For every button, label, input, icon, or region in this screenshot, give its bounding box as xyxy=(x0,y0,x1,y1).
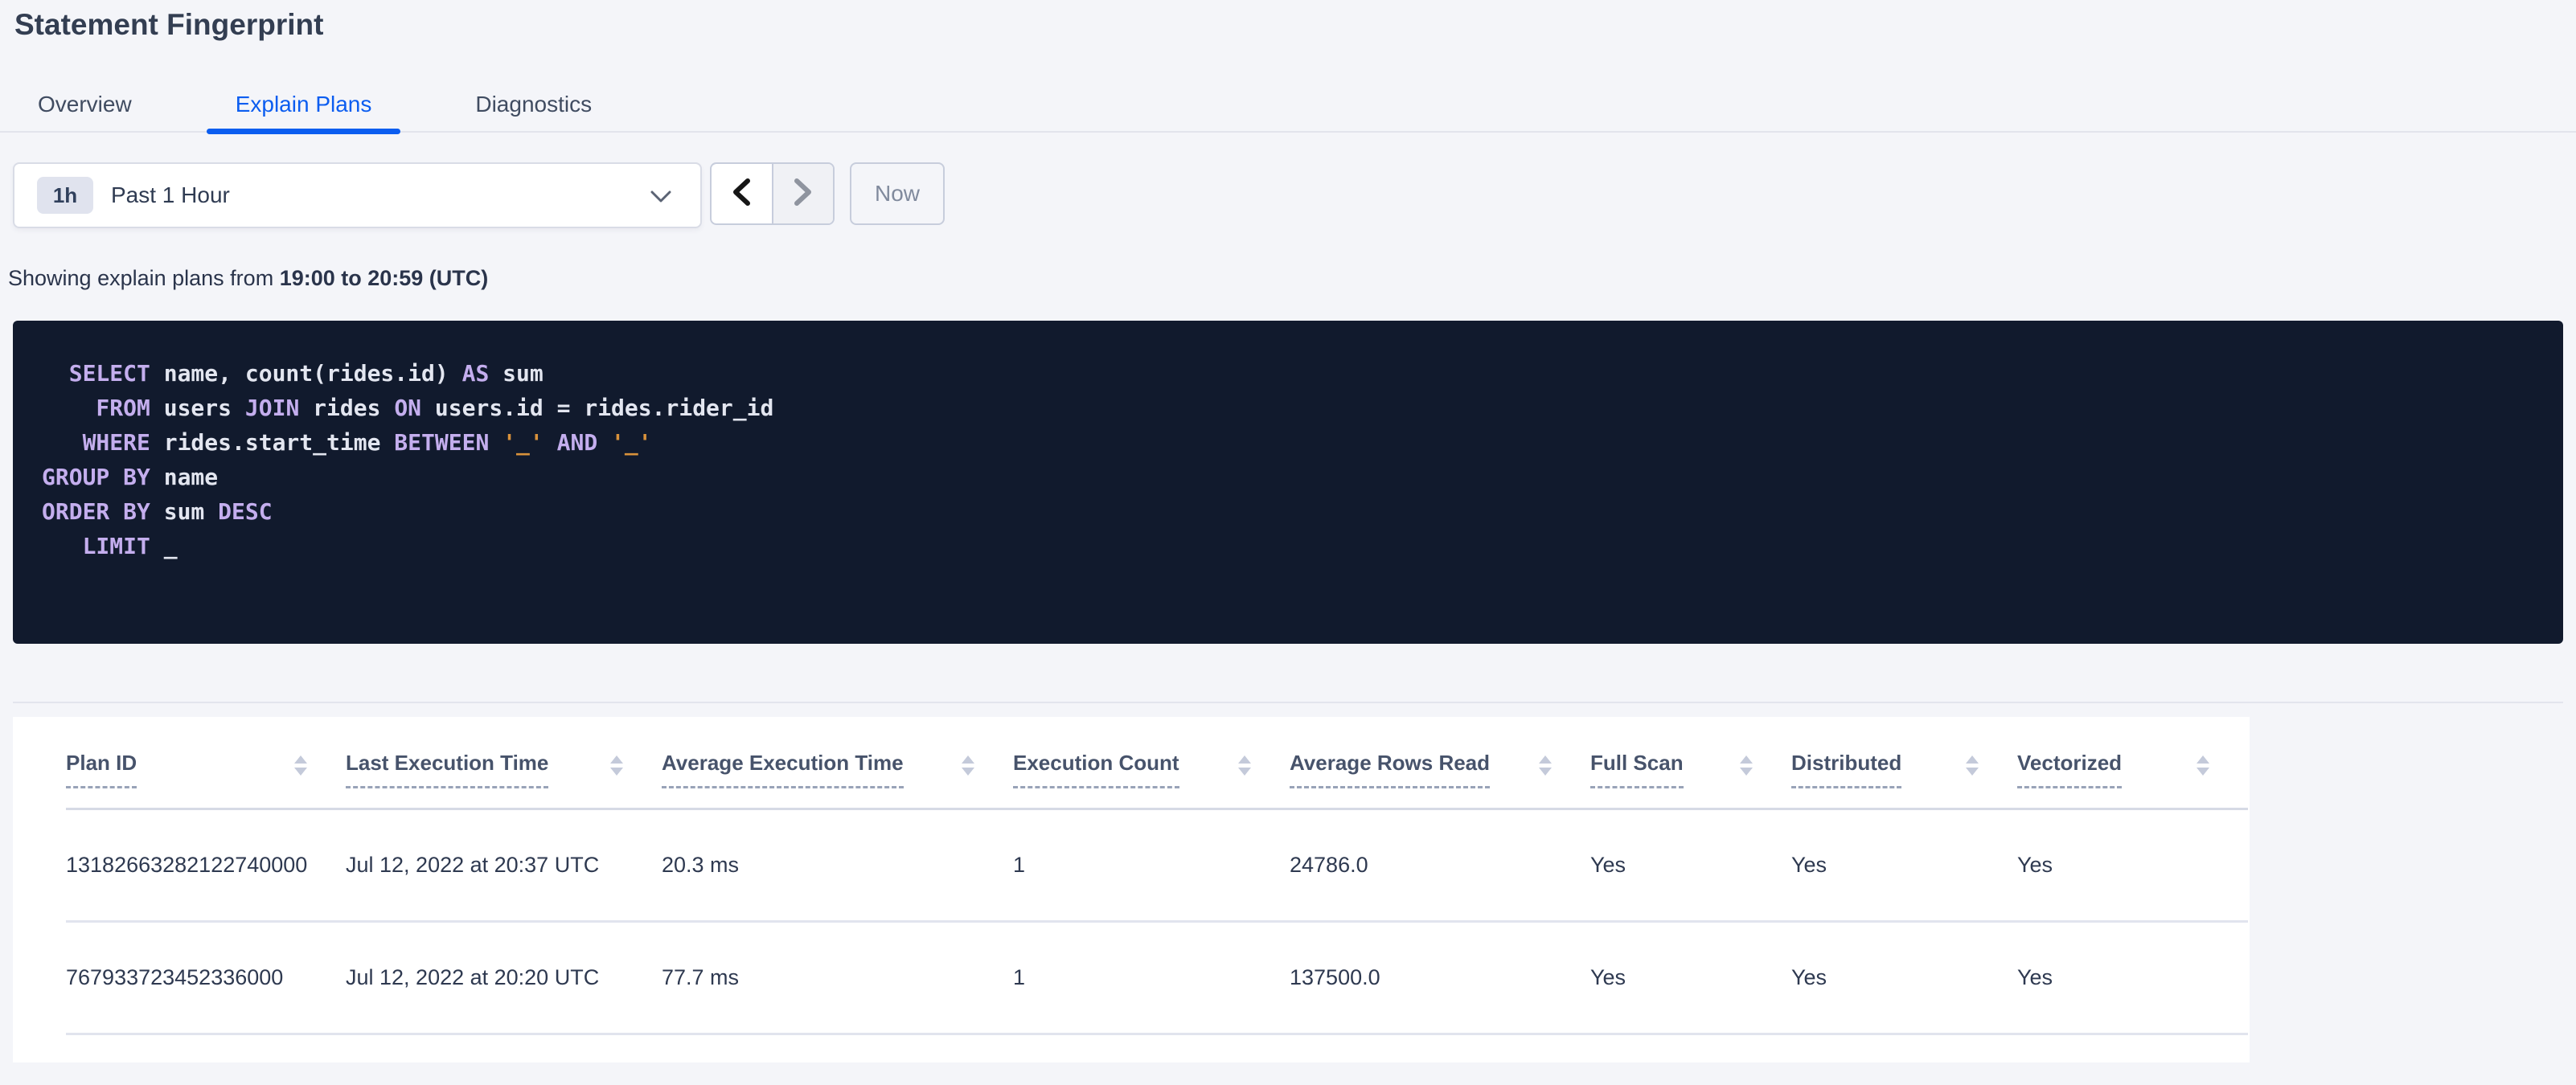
sort-icon xyxy=(610,755,623,776)
column-header-label: Plan ID xyxy=(66,751,137,788)
explain-plans-table: Plan ID Last Execution Time Average Execut… xyxy=(66,717,2248,1035)
plan-id-cell: 13182663282122740000 xyxy=(66,809,346,923)
column-header-vectorized[interactable]: Vectorized xyxy=(2017,717,2248,810)
column-header-average-rows-read[interactable]: Average Rows Read xyxy=(1290,717,1590,810)
table-cell: 137500.0 xyxy=(1290,921,1590,1035)
time-range-selected: Past 1 Hour xyxy=(111,182,230,207)
time-range-dropdown[interactable]: 1h Past 1 Hour xyxy=(13,162,702,228)
sort-icon xyxy=(1238,755,1251,776)
table-cell: 77.7 ms xyxy=(662,921,1013,1035)
previous-range-button[interactable] xyxy=(712,164,772,223)
sql-code-line: LIMIT _ xyxy=(42,533,178,559)
tab-explain-plans[interactable]: Explain Plans xyxy=(206,78,401,134)
table-cell: Jul 12, 2022 at 20:37 UTC xyxy=(346,809,662,923)
explain-plans-table-card: Plan ID Last Execution Time Average Execut… xyxy=(13,717,2250,1062)
showing-range-prefix: Showing explain plans from xyxy=(8,266,280,290)
column-header-full-scan[interactable]: Full Scan xyxy=(1590,717,1791,810)
sql-statement-block: SELECT name, count(rides.id) AS sum FROM… xyxy=(13,321,2563,644)
sql-code-line: SELECT name, count(rides.id) AS sum xyxy=(42,360,544,387)
column-header-label: Average Execution Time xyxy=(662,751,904,788)
chevron-left-icon xyxy=(732,178,751,210)
showing-range-value: 19:00 to 20:59 (UTC) xyxy=(279,266,489,290)
showing-range-text: Showing explain plans from 19:00 to 20:5… xyxy=(8,264,2576,292)
table-cell: 20.3 ms xyxy=(662,809,1013,923)
section-divider xyxy=(13,702,2563,703)
table-cell: Yes xyxy=(1791,921,2017,1035)
time-range-badge: 1h xyxy=(37,177,93,214)
now-button-label: Now xyxy=(874,181,920,206)
table-cell: Jul 12, 2022 at 20:20 UTC xyxy=(346,921,662,1035)
table-header-row: Plan ID Last Execution Time Average Execut… xyxy=(66,717,2248,810)
table-cell: 1 xyxy=(1013,809,1290,923)
table-row: 767933723452336000 Jul 12, 2022 at 20:20 … xyxy=(66,921,2248,1035)
now-button[interactable]: Now xyxy=(850,162,945,225)
column-header-average-execution-time[interactable]: Average Execution Time xyxy=(662,717,1013,810)
sql-code-line: ORDER BY sum DESC xyxy=(42,498,273,525)
sql-code-line: WHERE rides.start_time BETWEEN '_' AND '… xyxy=(42,429,652,456)
sort-icon xyxy=(1966,755,1979,776)
sql-code-line: GROUP BY name xyxy=(42,464,219,490)
next-range-button[interactable] xyxy=(771,164,833,223)
sql-code-line: FROM users JOIN rides ON users.id = ride… xyxy=(42,395,774,421)
page-title: Statement Fingerprint xyxy=(14,8,324,41)
tab-diagnostics[interactable]: Diagnostics xyxy=(446,78,621,131)
column-header-label: Full Scan xyxy=(1590,751,1684,788)
column-header-label: Distributed xyxy=(1791,751,1902,788)
table-cell: Yes xyxy=(1791,809,2017,923)
sort-icon xyxy=(1740,755,1753,776)
tab-explain-plans-label: Explain Plans xyxy=(235,92,372,117)
sort-icon xyxy=(2197,755,2209,776)
column-header-label: Last Execution Time xyxy=(346,751,549,788)
chevron-down-icon xyxy=(650,190,671,207)
tab-overview-label: Overview xyxy=(38,92,132,117)
tabs-bar: Overview Explain Plans Diagnostics xyxy=(0,78,2576,134)
column-header-plan-id[interactable]: Plan ID xyxy=(66,717,346,810)
chevron-right-icon xyxy=(794,178,813,210)
time-controls-row: 1h Past 1 Hour Now xyxy=(13,162,2576,228)
column-header-distributed[interactable]: Distributed xyxy=(1791,717,2017,810)
column-header-last-execution-time[interactable]: Last Execution Time xyxy=(346,717,662,810)
table-cell: Yes xyxy=(1590,809,1791,923)
sort-icon xyxy=(1539,755,1552,776)
table-cell: 24786.0 xyxy=(1290,809,1590,923)
sort-icon xyxy=(962,755,974,776)
column-header-label: Execution Count xyxy=(1013,751,1179,788)
table-cell: Yes xyxy=(2017,921,2248,1035)
column-header-label: Average Rows Read xyxy=(1290,751,1491,788)
column-header-label: Vectorized xyxy=(2017,751,2123,788)
column-header-execution-count[interactable]: Execution Count xyxy=(1013,717,1290,810)
time-range-stepper xyxy=(710,162,835,225)
tab-diagnostics-label: Diagnostics xyxy=(475,92,593,117)
tab-overview[interactable]: Overview xyxy=(9,78,161,131)
plan-id-cell: 767933723452336000 xyxy=(66,921,346,1035)
table-cell: Yes xyxy=(1590,921,1791,1035)
sort-icon xyxy=(294,755,307,776)
table-cell: Yes xyxy=(2017,809,2248,923)
table-cell: 1 xyxy=(1013,921,1290,1035)
table-row: 13182663282122740000 Jul 12, 2022 at 20:3… xyxy=(66,809,2248,923)
